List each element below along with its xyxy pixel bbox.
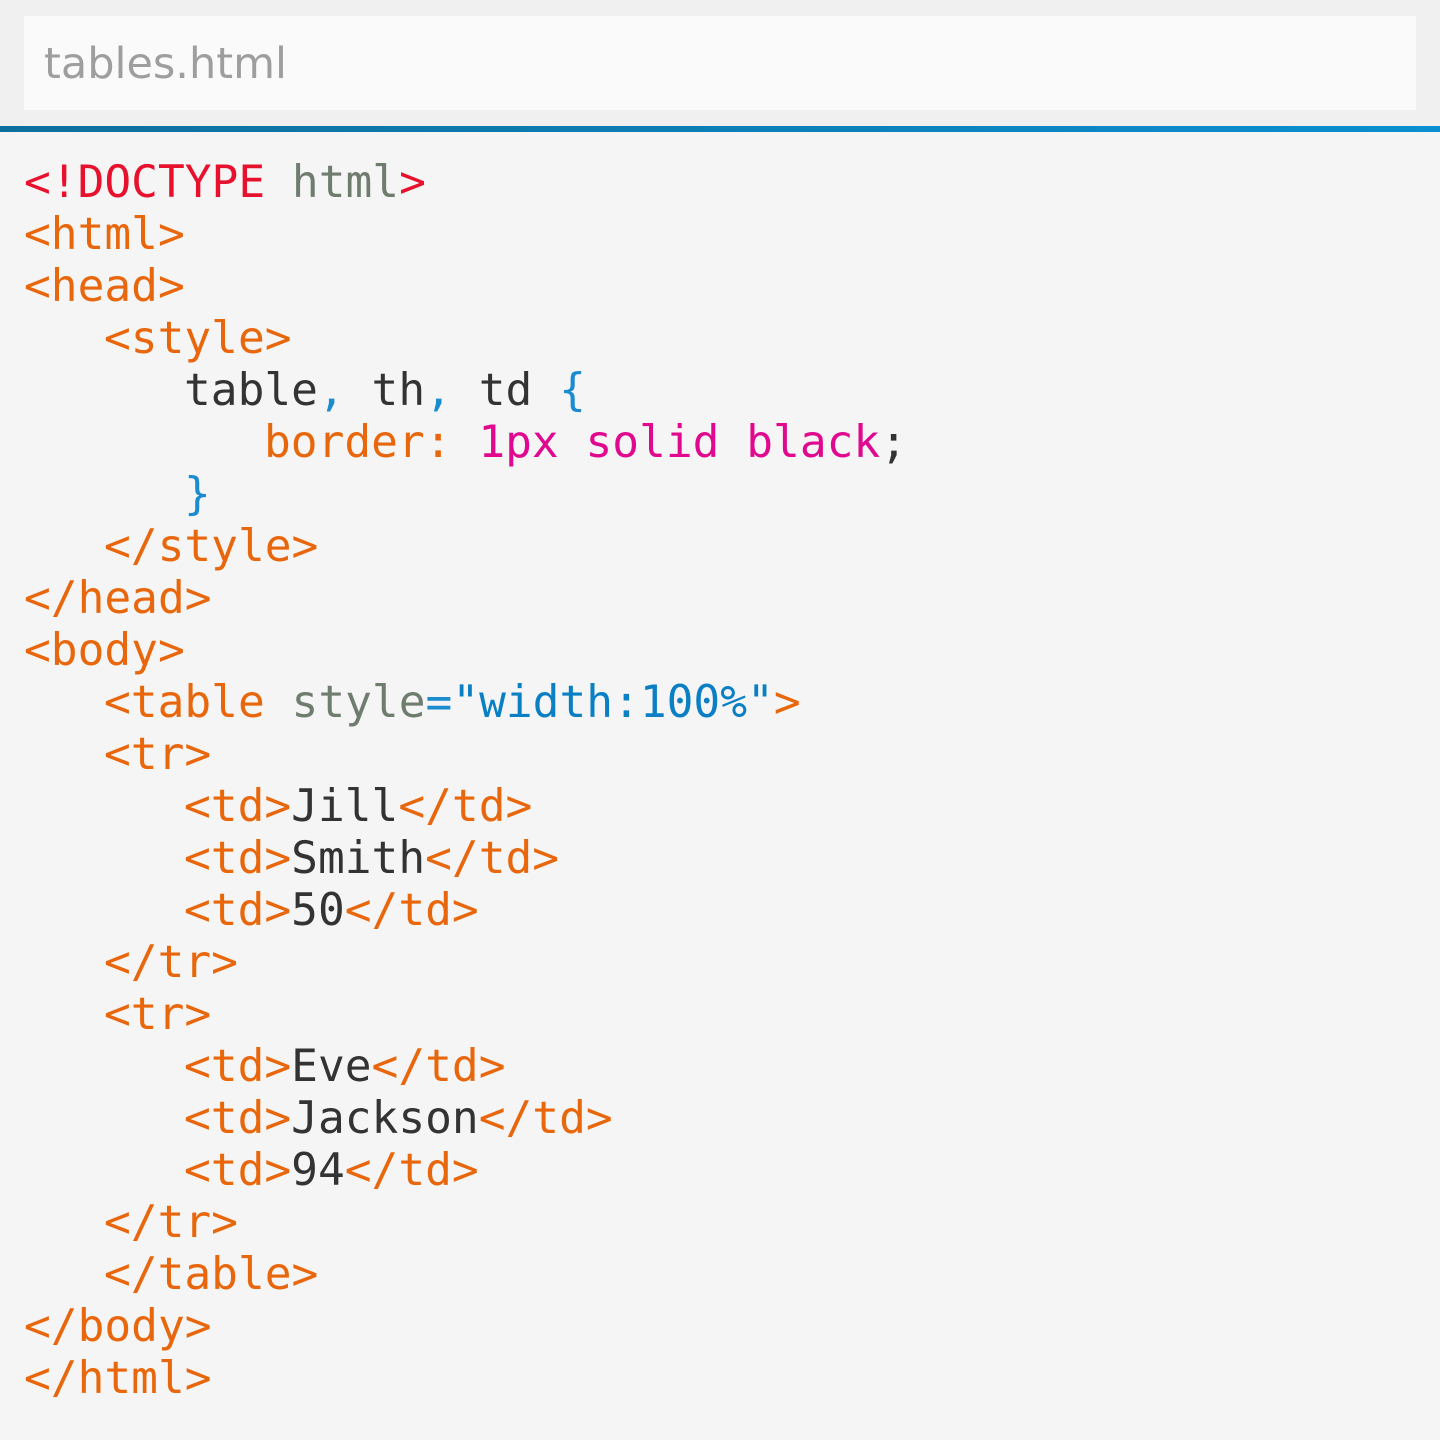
code-token-tag: <td> bbox=[184, 885, 292, 936]
code-token-punctuation: { bbox=[559, 365, 586, 416]
code-line: <td>Eve</td> bbox=[24, 1041, 907, 1093]
code-token-tag: </head> bbox=[24, 573, 212, 624]
code-line: </html> bbox=[24, 1353, 907, 1405]
code-token-tag: </table> bbox=[104, 1249, 319, 1300]
editor-header: tables.html bbox=[0, 0, 1440, 126]
code-line: <tr> bbox=[24, 989, 907, 1041]
code-token-tag: <html> bbox=[24, 209, 185, 260]
code-line: <td>50</td> bbox=[24, 885, 907, 937]
code-token-tag: <body> bbox=[24, 625, 185, 676]
code-line: </table> bbox=[24, 1249, 907, 1301]
code-block[interactable]: <!DOCTYPE html> <html> <head> <style> table,… bbox=[24, 157, 907, 1405]
code-token-doctype: > bbox=[399, 157, 426, 208]
code-line: <style> bbox=[24, 313, 907, 365]
code-token-tag: <style> bbox=[104, 313, 292, 364]
code-token-attribute: style bbox=[291, 677, 426, 728]
code-token-tag: </html> bbox=[24, 1353, 212, 1404]
code-token-tag: <td> bbox=[184, 1145, 292, 1196]
code-token-tag: <tr> bbox=[104, 989, 212, 1040]
code-token-text: td bbox=[451, 365, 560, 416]
code-line: </tr> bbox=[24, 1197, 907, 1249]
code-token-punctuation: , bbox=[317, 365, 345, 416]
code-line: table, th, td { bbox=[24, 365, 907, 417]
code-line: </tr> bbox=[24, 937, 907, 989]
code-token-text: Jackson bbox=[291, 1093, 479, 1144]
code-line: <td>94</td> bbox=[24, 1145, 907, 1197]
code-line: <html> bbox=[24, 209, 907, 261]
code-token-value: 1px solid black bbox=[478, 417, 881, 468]
code-token-doctype: <!DOCTYPE bbox=[24, 157, 266, 208]
code-line: <td>Jackson</td> bbox=[24, 1093, 907, 1145]
code-token-tag: </td> bbox=[344, 885, 479, 936]
code-token-tag: </body> bbox=[24, 1301, 212, 1352]
code-token-tag: </tr> bbox=[104, 937, 238, 988]
code-line: <!DOCTYPE html> bbox=[24, 157, 907, 209]
code-line: } bbox=[24, 469, 907, 521]
code-token-text: Jill bbox=[291, 781, 399, 832]
code-token-attribute: html bbox=[291, 157, 400, 208]
code-token-text: ; bbox=[880, 417, 908, 468]
code-line: </style> bbox=[24, 521, 907, 573]
code-line: <td>Jill</td> bbox=[24, 781, 907, 833]
code-token-tag: border: bbox=[264, 417, 479, 468]
file-name: tables.html bbox=[44, 39, 287, 89]
code-token-text: table bbox=[184, 365, 318, 416]
code-line: </head> bbox=[24, 573, 907, 625]
code-token-tag: </td> bbox=[398, 781, 533, 832]
code-viewer: tables.html <!DOCTYPE html> <html> <head> <… bbox=[0, 0, 1440, 1440]
code-token-text: th bbox=[344, 365, 426, 416]
code-token-punctuation: } bbox=[184, 469, 211, 520]
code-line: <td>Smith</td> bbox=[24, 833, 907, 885]
code-line: border: 1px solid black; bbox=[24, 417, 907, 469]
code-token-text: 94 bbox=[291, 1145, 345, 1196]
code-line: <body> bbox=[24, 625, 907, 677]
code-token-tag: </td> bbox=[371, 1041, 506, 1092]
file-tab[interactable]: tables.html bbox=[24, 16, 1416, 110]
code-token-text: Eve bbox=[291, 1041, 372, 1092]
code-token-tag: <tr> bbox=[104, 729, 212, 780]
code-token-tag: </td> bbox=[478, 1093, 613, 1144]
code-line: <table style="width:100%"> bbox=[24, 677, 907, 729]
code-token-tag: </tr> bbox=[104, 1197, 238, 1248]
code-token-tag: > bbox=[773, 677, 801, 728]
code-token-punctuation: = bbox=[425, 677, 453, 728]
code-token-tag: <table bbox=[104, 677, 265, 728]
code-token-tag: </td> bbox=[344, 1145, 479, 1196]
header-accent-bar bbox=[0, 126, 1440, 132]
code-line: <tr> bbox=[24, 729, 907, 781]
code-token-tag: <td> bbox=[184, 1093, 292, 1144]
code-token-string: "width:100%" bbox=[452, 677, 774, 728]
code-line: <head> bbox=[24, 261, 907, 313]
code-token-text: Smith bbox=[291, 833, 426, 884]
code-token-tag: </style> bbox=[104, 521, 319, 572]
code-token-tag: <td> bbox=[184, 781, 292, 832]
code-token-punctuation: , bbox=[425, 365, 452, 416]
code-token-tag: <td> bbox=[184, 1041, 292, 1092]
code-token-text: 50 bbox=[291, 885, 345, 936]
code-token-tag: <head> bbox=[24, 261, 185, 312]
code-line: </body> bbox=[24, 1301, 907, 1353]
code-token-tag: </td> bbox=[425, 833, 560, 884]
code-token-tag: <td> bbox=[184, 833, 292, 884]
